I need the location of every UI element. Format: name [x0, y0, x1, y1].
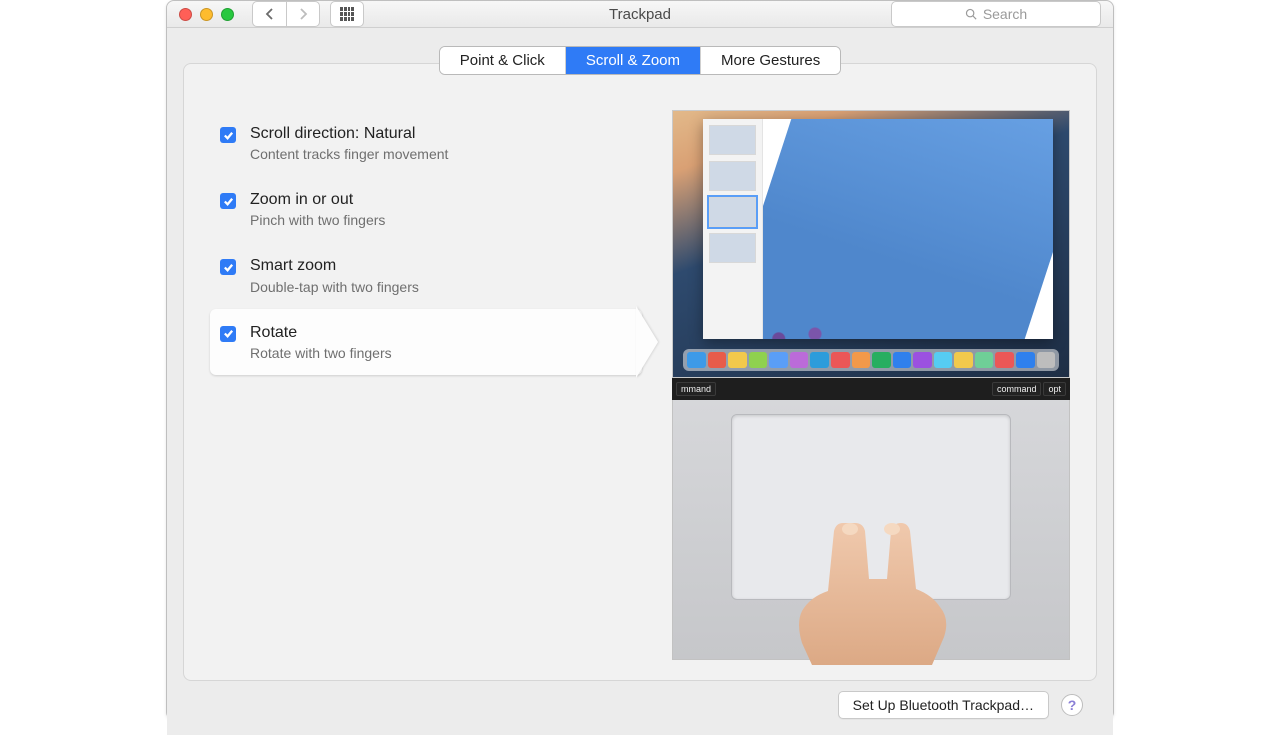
checkbox[interactable]: [220, 326, 236, 342]
nav-buttons: [252, 1, 320, 27]
show-all-button[interactable]: [330, 1, 364, 27]
close-window-button[interactable]: [179, 8, 192, 21]
check-icon: [223, 328, 234, 339]
check-icon: [223, 196, 234, 207]
checkbox[interactable]: [220, 127, 236, 143]
checkbox[interactable]: [220, 193, 236, 209]
search-icon: [965, 8, 977, 20]
option-title: Rotate: [250, 323, 392, 342]
preview-trackpad-area: [672, 400, 1070, 660]
preview-keyboard-row: mmand command opt: [672, 378, 1070, 400]
option-title: Scroll direction: Natural: [250, 124, 448, 143]
options-list: Scroll direction: Natural Content tracks…: [210, 110, 642, 660]
tab-bar: Point & Click Scroll & Zoom More Gesture…: [439, 46, 841, 75]
option-subtitle: Rotate with two fingers: [250, 345, 392, 361]
preview-screen: [672, 110, 1070, 378]
titlebar: Trackpad Search: [167, 1, 1113, 28]
option-rotate[interactable]: Rotate Rotate with two fingers: [210, 309, 642, 375]
back-button[interactable]: [252, 1, 286, 27]
content-area: Point & Click Scroll & Zoom More Gesture…: [167, 28, 1113, 735]
forward-button[interactable]: [286, 1, 320, 27]
check-icon: [223, 262, 234, 273]
footer: Set Up Bluetooth Trackpad… ?: [183, 681, 1097, 723]
tab-more-gestures[interactable]: More Gestures: [701, 47, 840, 74]
setup-bluetooth-button[interactable]: Set Up Bluetooth Trackpad…: [838, 691, 1049, 719]
option-scroll-direction[interactable]: Scroll direction: Natural Content tracks…: [210, 110, 642, 176]
grid-icon: [340, 7, 354, 21]
gesture-preview: mmand command opt: [672, 110, 1070, 660]
tab-point-click[interactable]: Point & Click: [440, 47, 566, 74]
tab-scroll-zoom[interactable]: Scroll & Zoom: [566, 47, 701, 74]
search-placeholder: Search: [983, 6, 1027, 22]
check-icon: [223, 130, 234, 141]
window-controls: [179, 8, 234, 21]
preview-dock: [683, 349, 1059, 371]
settings-well: Scroll direction: Natural Content tracks…: [183, 63, 1097, 681]
option-title: Zoom in or out: [250, 190, 385, 209]
hand-icon: [761, 515, 981, 665]
help-button[interactable]: ?: [1061, 694, 1083, 716]
checkbox[interactable]: [220, 259, 236, 275]
preferences-window: Trackpad Search Point & Click Scroll & Z…: [166, 0, 1114, 720]
preview-app-window: [703, 119, 1053, 339]
option-zoom[interactable]: Zoom in or out Pinch with two fingers: [210, 176, 642, 242]
minimize-window-button[interactable]: [200, 8, 213, 21]
option-subtitle: Pinch with two fingers: [250, 212, 385, 228]
option-smart-zoom[interactable]: Smart zoom Double-tap with two fingers: [210, 242, 642, 308]
option-subtitle: Content tracks finger movement: [250, 146, 448, 162]
option-subtitle: Double-tap with two fingers: [250, 279, 419, 295]
zoom-window-button[interactable]: [221, 8, 234, 21]
chevron-left-icon: [265, 8, 275, 20]
search-field[interactable]: Search: [891, 1, 1101, 27]
chevron-right-icon: [298, 8, 308, 20]
option-title: Smart zoom: [250, 256, 419, 275]
